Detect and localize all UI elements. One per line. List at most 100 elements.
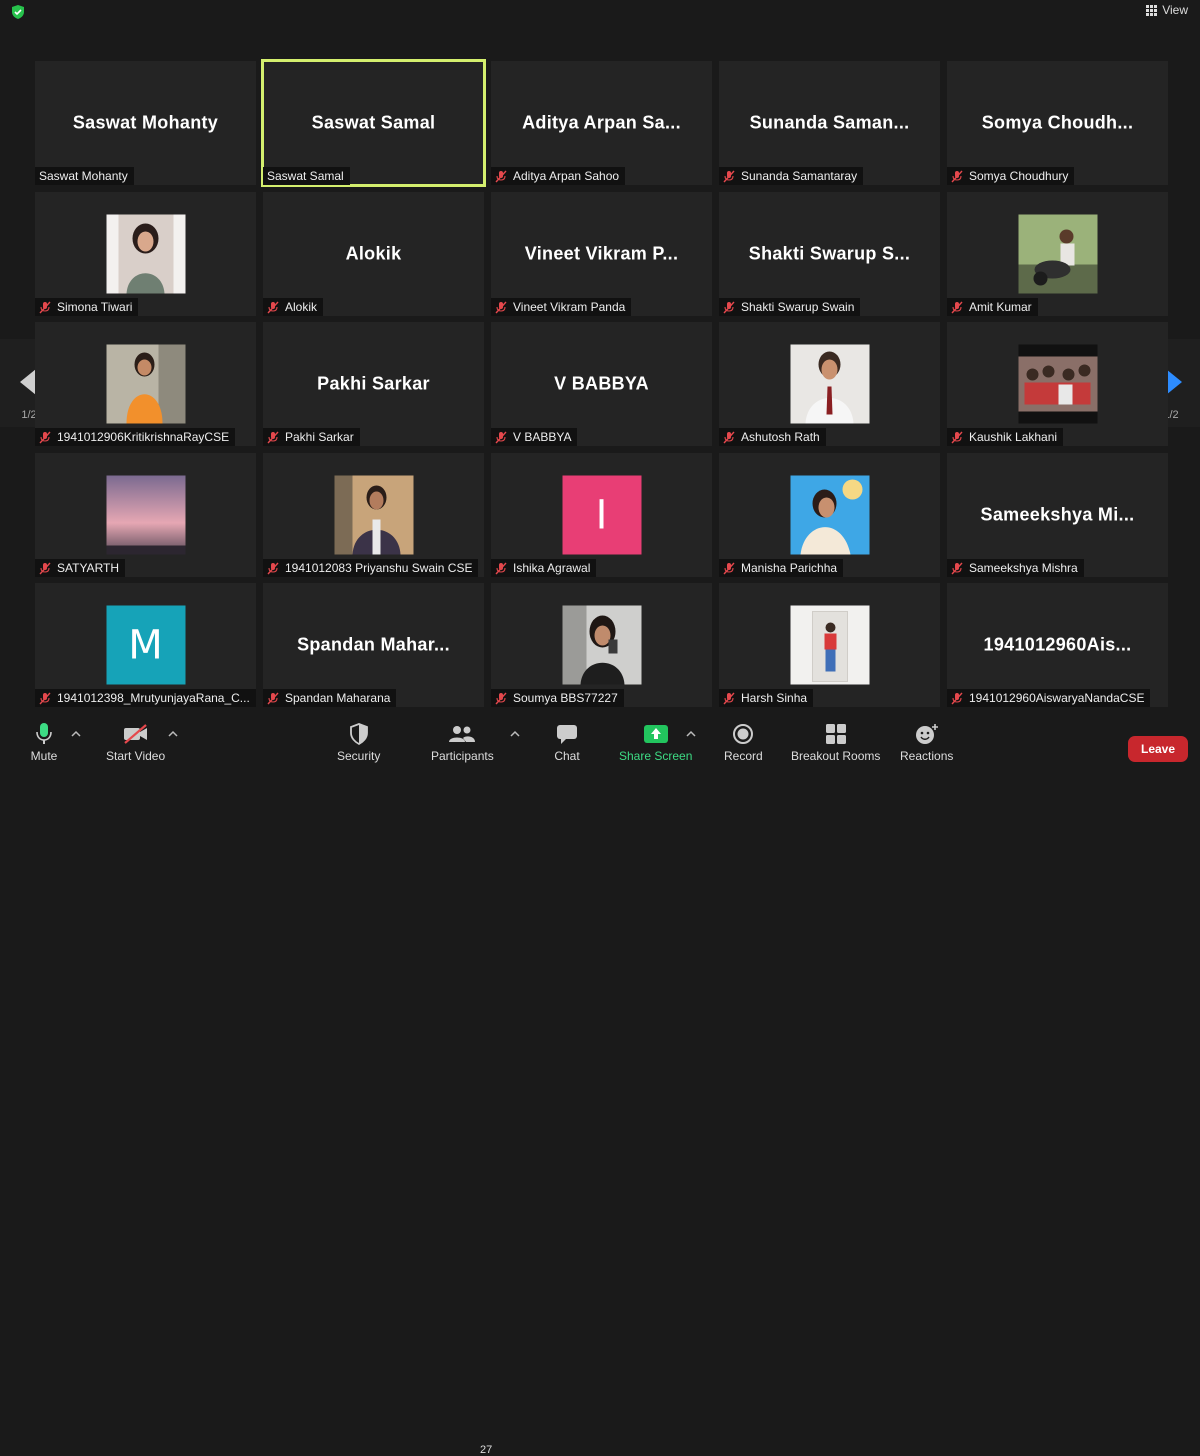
participant-name-tag: Alokik (263, 298, 324, 316)
participant-tile[interactable]: Ashutosh Rath (719, 322, 940, 446)
participant-tile[interactable]: Pakhi Sarkar Pakhi Sarkar (263, 322, 484, 446)
muted-microphone-icon (39, 301, 51, 313)
reactions-label: Reactions (900, 749, 954, 763)
participant-photo (562, 605, 641, 685)
participant-tile[interactable]: Soumya BBS77227 (491, 583, 712, 707)
muted-microphone-icon (951, 170, 963, 182)
participant-tile[interactable]: 1941012960Ais... 1941012960AiswaryaNandaC… (947, 583, 1168, 707)
participant-display-name: 1941012960Ais... (983, 634, 1132, 655)
participant-name-tag: Shakti Swarup Swain (719, 298, 861, 316)
participant-tile[interactable]: Sunanda Saman... Sunanda Samantaray (719, 61, 940, 185)
participant-name-tag: Aditya Arpan Sahoo (491, 167, 626, 185)
muted-microphone-icon (723, 692, 735, 704)
participant-tile[interactable]: Shakti Swarup S... Shakti Swarup Swain (719, 192, 940, 316)
leave-button[interactable]: Leave (1128, 736, 1188, 762)
participant-tile[interactable]: Saswat Samal Saswat Samal (261, 59, 486, 187)
meeting-toolbar: Mute Start Video Security Participants 2… (0, 713, 1200, 1456)
participant-name-tag: Pakhi Sarkar (263, 428, 360, 446)
participant-name: Pakhi Sarkar (285, 430, 354, 444)
view-button[interactable]: View (1146, 3, 1188, 17)
participant-tile[interactable]: I Ishika Agrawal (491, 453, 712, 577)
participant-tile[interactable]: Kaushik Lakhani (947, 322, 1168, 446)
participant-name: SATYARTH (57, 561, 120, 575)
participant-name: Saswat Mohanty (39, 169, 128, 183)
participant-name: Shakti Swarup Swain (741, 300, 855, 314)
participants-options-caret-icon[interactable] (510, 730, 520, 738)
participant-photo (106, 475, 185, 555)
participant-tile[interactable]: Spandan Mahar... Spandan Maharana (263, 583, 484, 707)
muted-microphone-icon (495, 301, 507, 313)
participant-tile[interactable]: 1941012083 Priyanshu Swain CSE (263, 453, 484, 577)
participant-display-name: Vineet Vikram P... (524, 243, 679, 264)
security-button[interactable]: Security (337, 721, 380, 771)
muted-microphone-icon (951, 692, 963, 704)
participant-name-tag: V BABBYA (491, 428, 578, 446)
muted-microphone-icon (495, 170, 507, 182)
share-options-caret-icon[interactable] (686, 730, 696, 738)
participant-tile[interactable]: Harsh Sinha (719, 583, 940, 707)
participant-name-tag: SATYARTH (35, 559, 126, 577)
chat-button[interactable]: Chat (553, 721, 581, 771)
participant-photo (106, 344, 185, 424)
participant-tile[interactable]: Saswat Mohanty Saswat Mohanty (35, 61, 256, 185)
participant-tile[interactable]: Amit Kumar (947, 192, 1168, 316)
muted-microphone-icon (39, 692, 51, 704)
participant-name: Aditya Arpan Sahoo (513, 169, 620, 183)
participant-name-tag: Sunanda Samantaray (719, 167, 864, 185)
participant-name-tag: 1941012906KritikrishnaRayCSE (35, 428, 236, 446)
microphone-icon (30, 721, 58, 747)
participant-photo (790, 605, 869, 685)
video-options-caret-icon[interactable] (168, 730, 178, 738)
participant-tile[interactable]: Manisha Parichha (719, 453, 940, 577)
encryption-shield-icon[interactable] (10, 4, 26, 20)
participant-tile[interactable]: Simona Tiwari (35, 192, 256, 316)
reactions-button[interactable]: Reactions (900, 721, 953, 771)
participant-display-name: Somya Choudh... (981, 112, 1134, 133)
top-bar: View (0, 0, 1200, 24)
participant-name-tag: Spandan Maharana (263, 689, 397, 707)
participant-name: Sameekshya Mishra (969, 561, 1078, 575)
participant-name: Somya Choudhury (969, 169, 1069, 183)
record-button[interactable]: Record (724, 721, 763, 771)
participant-tile[interactable]: Sameekshya Mi... Sameekshya Mishra (947, 453, 1168, 577)
participants-button[interactable]: Participants (431, 721, 494, 771)
participant-tile[interactable]: SATYARTH (35, 453, 256, 577)
participant-name-tag: 1941012960AiswaryaNandaCSE (947, 689, 1151, 707)
participant-display-name: V BABBYA (554, 373, 649, 394)
muted-microphone-icon (39, 431, 51, 443)
breakout-rooms-button[interactable]: Breakout Rooms (791, 721, 880, 771)
participant-name-tag: Sameekshya Mishra (947, 559, 1084, 577)
participant-name: Ishika Agrawal (513, 561, 591, 575)
muted-microphone-icon (267, 692, 279, 704)
participant-tile[interactable]: Somya Choudh... Somya Choudhury (947, 61, 1168, 185)
start-video-button[interactable]: Start Video (106, 721, 165, 771)
participant-photo (1018, 214, 1097, 294)
record-icon (729, 721, 757, 747)
participant-tile[interactable]: Aditya Arpan Sa... Aditya Arpan Sahoo (491, 61, 712, 185)
participant-tile[interactable]: Vineet Vikram P... Vineet Vikram Panda (491, 192, 712, 316)
participant-tile[interactable]: M 1941012398_MrutyunjayaRana_C... (35, 583, 256, 707)
participant-name-tag: Ishika Agrawal (491, 559, 597, 577)
mute-options-caret-icon[interactable] (71, 730, 81, 738)
participant-display-name: Saswat Mohanty (72, 112, 219, 133)
participant-name: Alokik (285, 300, 318, 314)
participant-name: V BABBYA (513, 430, 572, 444)
share-screen-button[interactable]: Share Screen (619, 721, 692, 771)
participant-name-tag: Saswat Mohanty (35, 167, 134, 185)
muted-microphone-icon (267, 562, 279, 574)
participants-icon (448, 721, 476, 747)
mute-button[interactable]: Mute (30, 721, 58, 771)
muted-microphone-icon (951, 431, 963, 443)
participant-name: 1941012960AiswaryaNandaCSE (969, 691, 1145, 705)
participant-tile[interactable]: V BABBYA V BABBYA (491, 322, 712, 446)
participant-name: 1941012398_MrutyunjayaRana_C... (57, 691, 250, 705)
participant-photo (334, 475, 413, 555)
participant-display-name: Spandan Mahar... (297, 634, 450, 655)
muted-microphone-icon (267, 431, 279, 443)
participants-count: 27 (480, 1444, 493, 1456)
participant-tile[interactable]: Alokik Alokik (263, 192, 484, 316)
participant-name: Simona Tiwari (57, 300, 133, 314)
participant-name-tag: Kaushik Lakhani (947, 428, 1064, 446)
participant-tile[interactable]: 1941012906KritikrishnaRayCSE (35, 322, 256, 446)
muted-microphone-icon (951, 301, 963, 313)
